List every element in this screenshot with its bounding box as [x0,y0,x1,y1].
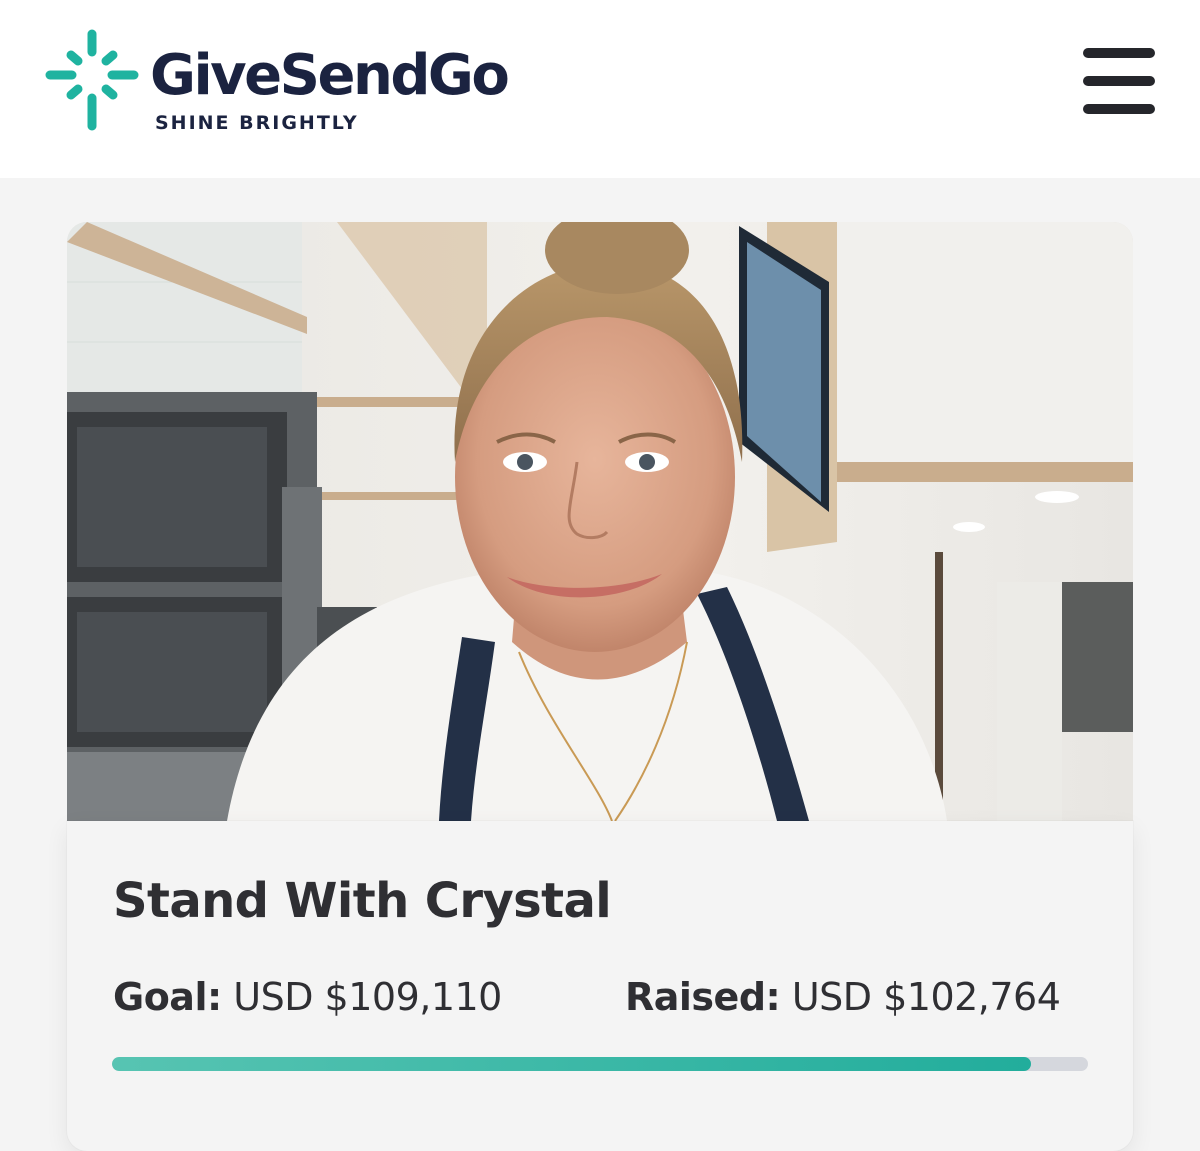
brand-tagline: SHINE BRIGHTLY [155,112,359,134]
campaign-title[interactable]: Stand With Crystal [113,873,612,929]
raised-label: Raised: [625,975,781,1019]
goal-value: USD $109,110 [233,975,502,1019]
goal-stat: Goal: USD $109,110 [113,975,502,1019]
raised-stat: Raised: USD $102,764 [625,975,1061,1019]
brand-name: GiveSendGo [150,43,510,108]
raised-value: USD $102,764 [791,975,1061,1019]
funding-progress-fill [112,1057,1032,1071]
campaign-photo [67,222,1133,821]
campaign-card[interactable]: Stand With Crystal Goal: USD $109,110 Ra… [67,821,1133,1151]
site-header: GiveSendGo SHINE BRIGHTLY [0,0,1200,178]
brand-logo[interactable]: GiveSendGo SHINE BRIGHTLY [44,28,564,138]
funding-progress-bar [112,1057,1088,1071]
goal-label: Goal: [113,975,222,1019]
starburst-logo-icon [45,29,139,131]
hamburger-menu-icon[interactable] [1080,46,1158,116]
campaign-image[interactable] [67,222,1133,821]
